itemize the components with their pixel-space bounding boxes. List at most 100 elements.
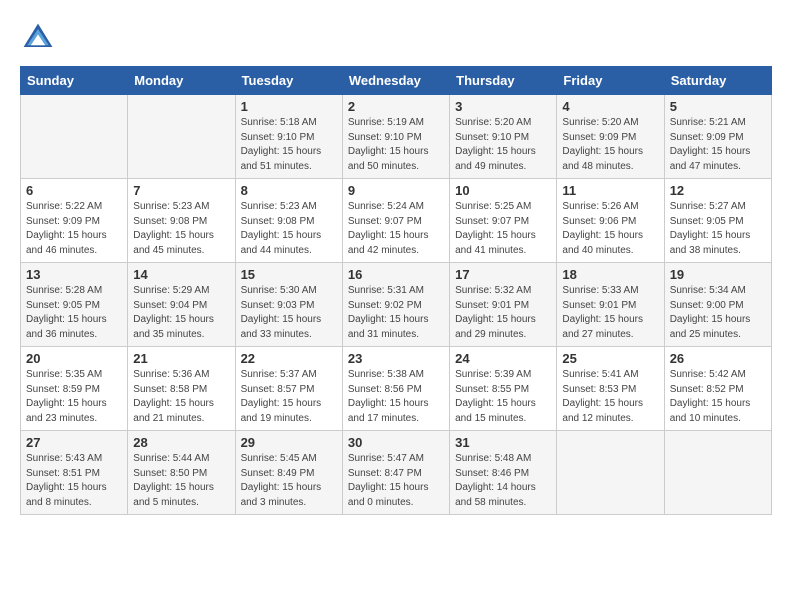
calendar-cell: 2Sunrise: 5:19 AM Sunset: 9:10 PM Daylig…: [342, 95, 449, 179]
calendar-cell: 1 Sunrise: 5:18 AM Sunset: 9:10 PM Daylig…: [235, 95, 342, 179]
logo: [20, 20, 62, 56]
day-info: Sunrise: 5:24 AM Sunset: 9:07 PM Dayligh…: [348, 200, 444, 258]
day-number: 10: [455, 183, 551, 198]
calendar-cell: 4Sunrise: 5:20 AM Sunset: 9:09 PM Daylig…: [557, 95, 664, 179]
calendar-cell: 29 Sunrise: 5:45 AM Sunset: 8:49 PM Dayli…: [235, 431, 342, 515]
day-info: Sunrise: 5:35 AM Sunset: 8:59 PM Dayligh…: [26, 368, 122, 426]
calendar-cell: 31Sunrise: 5:48 AM Sunset: 8:46 PM Dayli…: [450, 431, 557, 515]
day-number: 9: [348, 183, 444, 198]
day-info: Sunrise: 5:43 AM Sunset: 8:51 PM Dayligh…: [26, 452, 122, 510]
day-number: 18: [562, 267, 658, 282]
calendar-cell: 28 Sunrise: 5:44 AM Sunset: 8:50 PM Dayli…: [128, 431, 235, 515]
day-number: 25: [562, 351, 658, 366]
day-number: 20: [26, 351, 122, 366]
day-info: Sunrise: 5:37 AM Sunset: 8:57 PM Dayligh…: [241, 368, 337, 426]
calendar-cell: 3Sunrise: 5:20 AM Sunset: 9:10 PM Daylig…: [450, 95, 557, 179]
day-info: Sunrise: 5:28 AM Sunset: 9:05 PM Dayligh…: [26, 284, 122, 342]
calendar-cell: 25 Sunrise: 5:41 AM Sunset: 8:53 PM Dayli…: [557, 347, 664, 431]
day-number: 26: [670, 351, 766, 366]
day-info: Sunrise: 5:23 AM Sunset: 9:08 PM Dayligh…: [133, 200, 229, 258]
day-number: 19: [670, 267, 766, 282]
day-number: 28: [133, 435, 229, 450]
page-header: [20, 20, 772, 56]
header-day-sunday: Sunday: [21, 67, 128, 95]
calendar-cell: 13 Sunrise: 5:28 AM Sunset: 9:05 PM Dayli…: [21, 263, 128, 347]
calendar-cell: 10 Sunrise: 5:25 AM Sunset: 9:07 PM Dayli…: [450, 179, 557, 263]
day-info: Sunrise: 5:23 AM Sunset: 9:08 PM Dayligh…: [241, 200, 337, 258]
day-number: 13: [26, 267, 122, 282]
day-info: Sunrise: 5:20 AM Sunset: 9:10 PM Dayligh…: [455, 116, 551, 174]
day-info: Sunrise: 5:42 AM Sunset: 8:52 PM Dayligh…: [670, 368, 766, 426]
day-info: Sunrise: 5:26 AM Sunset: 9:06 PM Dayligh…: [562, 200, 658, 258]
day-info: Sunrise: 5:34 AM Sunset: 9:00 PM Dayligh…: [670, 284, 766, 342]
calendar-cell: 19 Sunrise: 5:34 AM Sunset: 9:00 PM Dayli…: [664, 263, 771, 347]
day-number: 16: [348, 267, 444, 282]
day-number: 23: [348, 351, 444, 366]
day-info: Sunrise: 5:22 AM Sunset: 9:09 PM Dayligh…: [26, 200, 122, 258]
calendar-cell: 11 Sunrise: 5:26 AM Sunset: 9:06 PM Dayli…: [557, 179, 664, 263]
calendar-cell: 6 Sunrise: 5:22 AM Sunset: 9:09 PM Daylig…: [21, 179, 128, 263]
calendar-cell: 8 Sunrise: 5:23 AM Sunset: 9:08 PM Daylig…: [235, 179, 342, 263]
header-day-friday: Friday: [557, 67, 664, 95]
calendar-table: SundayMondayTuesdayWednesdayThursdayFrid…: [20, 66, 772, 515]
calendar-cell: 21 Sunrise: 5:36 AM Sunset: 8:58 PM Dayli…: [128, 347, 235, 431]
calendar-cell: 16 Sunrise: 5:31 AM Sunset: 9:02 PM Dayli…: [342, 263, 449, 347]
calendar-cell: 22Sunrise: 5:37 AM Sunset: 8:57 PM Dayli…: [235, 347, 342, 431]
day-info: Sunrise: 5:18 AM Sunset: 9:10 PM Dayligh…: [241, 116, 337, 174]
day-info: Sunrise: 5:30 AM Sunset: 9:03 PM Dayligh…: [241, 284, 337, 342]
day-number: 1: [241, 99, 337, 114]
day-info: Sunrise: 5:19 AM Sunset: 9:10 PM Dayligh…: [348, 116, 444, 174]
day-info: Sunrise: 5:39 AM Sunset: 8:55 PM Dayligh…: [455, 368, 551, 426]
calendar-cell: 9 Sunrise: 5:24 AM Sunset: 9:07 PM Daylig…: [342, 179, 449, 263]
header-day-tuesday: Tuesday: [235, 67, 342, 95]
day-number: 27: [26, 435, 122, 450]
day-info: Sunrise: 5:47 AM Sunset: 8:47 PM Dayligh…: [348, 452, 444, 510]
day-number: 8: [241, 183, 337, 198]
day-number: 11: [562, 183, 658, 198]
day-info: Sunrise: 5:45 AM Sunset: 8:49 PM Dayligh…: [241, 452, 337, 510]
calendar-body: 1 Sunrise: 5:18 AM Sunset: 9:10 PM Daylig…: [21, 95, 772, 515]
day-number: 7: [133, 183, 229, 198]
calendar-cell: 7 Sunrise: 5:23 AM Sunset: 9:08 PM Daylig…: [128, 179, 235, 263]
day-info: Sunrise: 5:31 AM Sunset: 9:02 PM Dayligh…: [348, 284, 444, 342]
day-number: 21: [133, 351, 229, 366]
calendar-cell: 23 Sunrise: 5:38 AM Sunset: 8:56 PM Dayli…: [342, 347, 449, 431]
logo-icon: [20, 20, 56, 56]
day-info: Sunrise: 5:36 AM Sunset: 8:58 PM Dayligh…: [133, 368, 229, 426]
calendar-cell: 20 Sunrise: 5:35 AM Sunset: 8:59 PM Dayli…: [21, 347, 128, 431]
day-info: Sunrise: 5:25 AM Sunset: 9:07 PM Dayligh…: [455, 200, 551, 258]
day-info: Sunrise: 5:20 AM Sunset: 9:09 PM Dayligh…: [562, 116, 658, 174]
day-number: 30: [348, 435, 444, 450]
header-day-monday: Monday: [128, 67, 235, 95]
calendar-cell: 5Sunrise: 5:21 AM Sunset: 9:09 PM Daylig…: [664, 95, 771, 179]
day-number: 12: [670, 183, 766, 198]
calendar-cell: [128, 95, 235, 179]
day-info: Sunrise: 5:21 AM Sunset: 9:09 PM Dayligh…: [670, 116, 766, 174]
day-info: Sunrise: 5:27 AM Sunset: 9:05 PM Dayligh…: [670, 200, 766, 258]
calendar-cell: 15Sunrise: 5:30 AM Sunset: 9:03 PM Dayli…: [235, 263, 342, 347]
calendar-cell: 27 Sunrise: 5:43 AM Sunset: 8:51 PM Dayli…: [21, 431, 128, 515]
day-info: Sunrise: 5:41 AM Sunset: 8:53 PM Dayligh…: [562, 368, 658, 426]
calendar-cell: 24 Sunrise: 5:39 AM Sunset: 8:55 PM Dayli…: [450, 347, 557, 431]
day-number: 6: [26, 183, 122, 198]
header-row: SundayMondayTuesdayWednesdayThursdayFrid…: [21, 67, 772, 95]
week-row-4: 20 Sunrise: 5:35 AM Sunset: 8:59 PM Dayli…: [21, 347, 772, 431]
day-info: Sunrise: 5:33 AM Sunset: 9:01 PM Dayligh…: [562, 284, 658, 342]
week-row-5: 27 Sunrise: 5:43 AM Sunset: 8:51 PM Dayli…: [21, 431, 772, 515]
day-info: Sunrise: 5:38 AM Sunset: 8:56 PM Dayligh…: [348, 368, 444, 426]
day-info: Sunrise: 5:29 AM Sunset: 9:04 PM Dayligh…: [133, 284, 229, 342]
calendar-cell: [664, 431, 771, 515]
day-number: 17: [455, 267, 551, 282]
week-row-1: 1 Sunrise: 5:18 AM Sunset: 9:10 PM Daylig…: [21, 95, 772, 179]
calendar-cell: 26 Sunrise: 5:42 AM Sunset: 8:52 PM Dayli…: [664, 347, 771, 431]
calendar-cell: 17 Sunrise: 5:32 AM Sunset: 9:01 PM Dayli…: [450, 263, 557, 347]
calendar-cell: 12 Sunrise: 5:27 AM Sunset: 9:05 PM Dayli…: [664, 179, 771, 263]
day-number: 14: [133, 267, 229, 282]
day-info: Sunrise: 5:44 AM Sunset: 8:50 PM Dayligh…: [133, 452, 229, 510]
day-info: Sunrise: 5:32 AM Sunset: 9:01 PM Dayligh…: [455, 284, 551, 342]
calendar-cell: [21, 95, 128, 179]
header-day-thursday: Thursday: [450, 67, 557, 95]
day-number: 24: [455, 351, 551, 366]
day-number: 29: [241, 435, 337, 450]
day-info: Sunrise: 5:48 AM Sunset: 8:46 PM Dayligh…: [455, 452, 551, 510]
